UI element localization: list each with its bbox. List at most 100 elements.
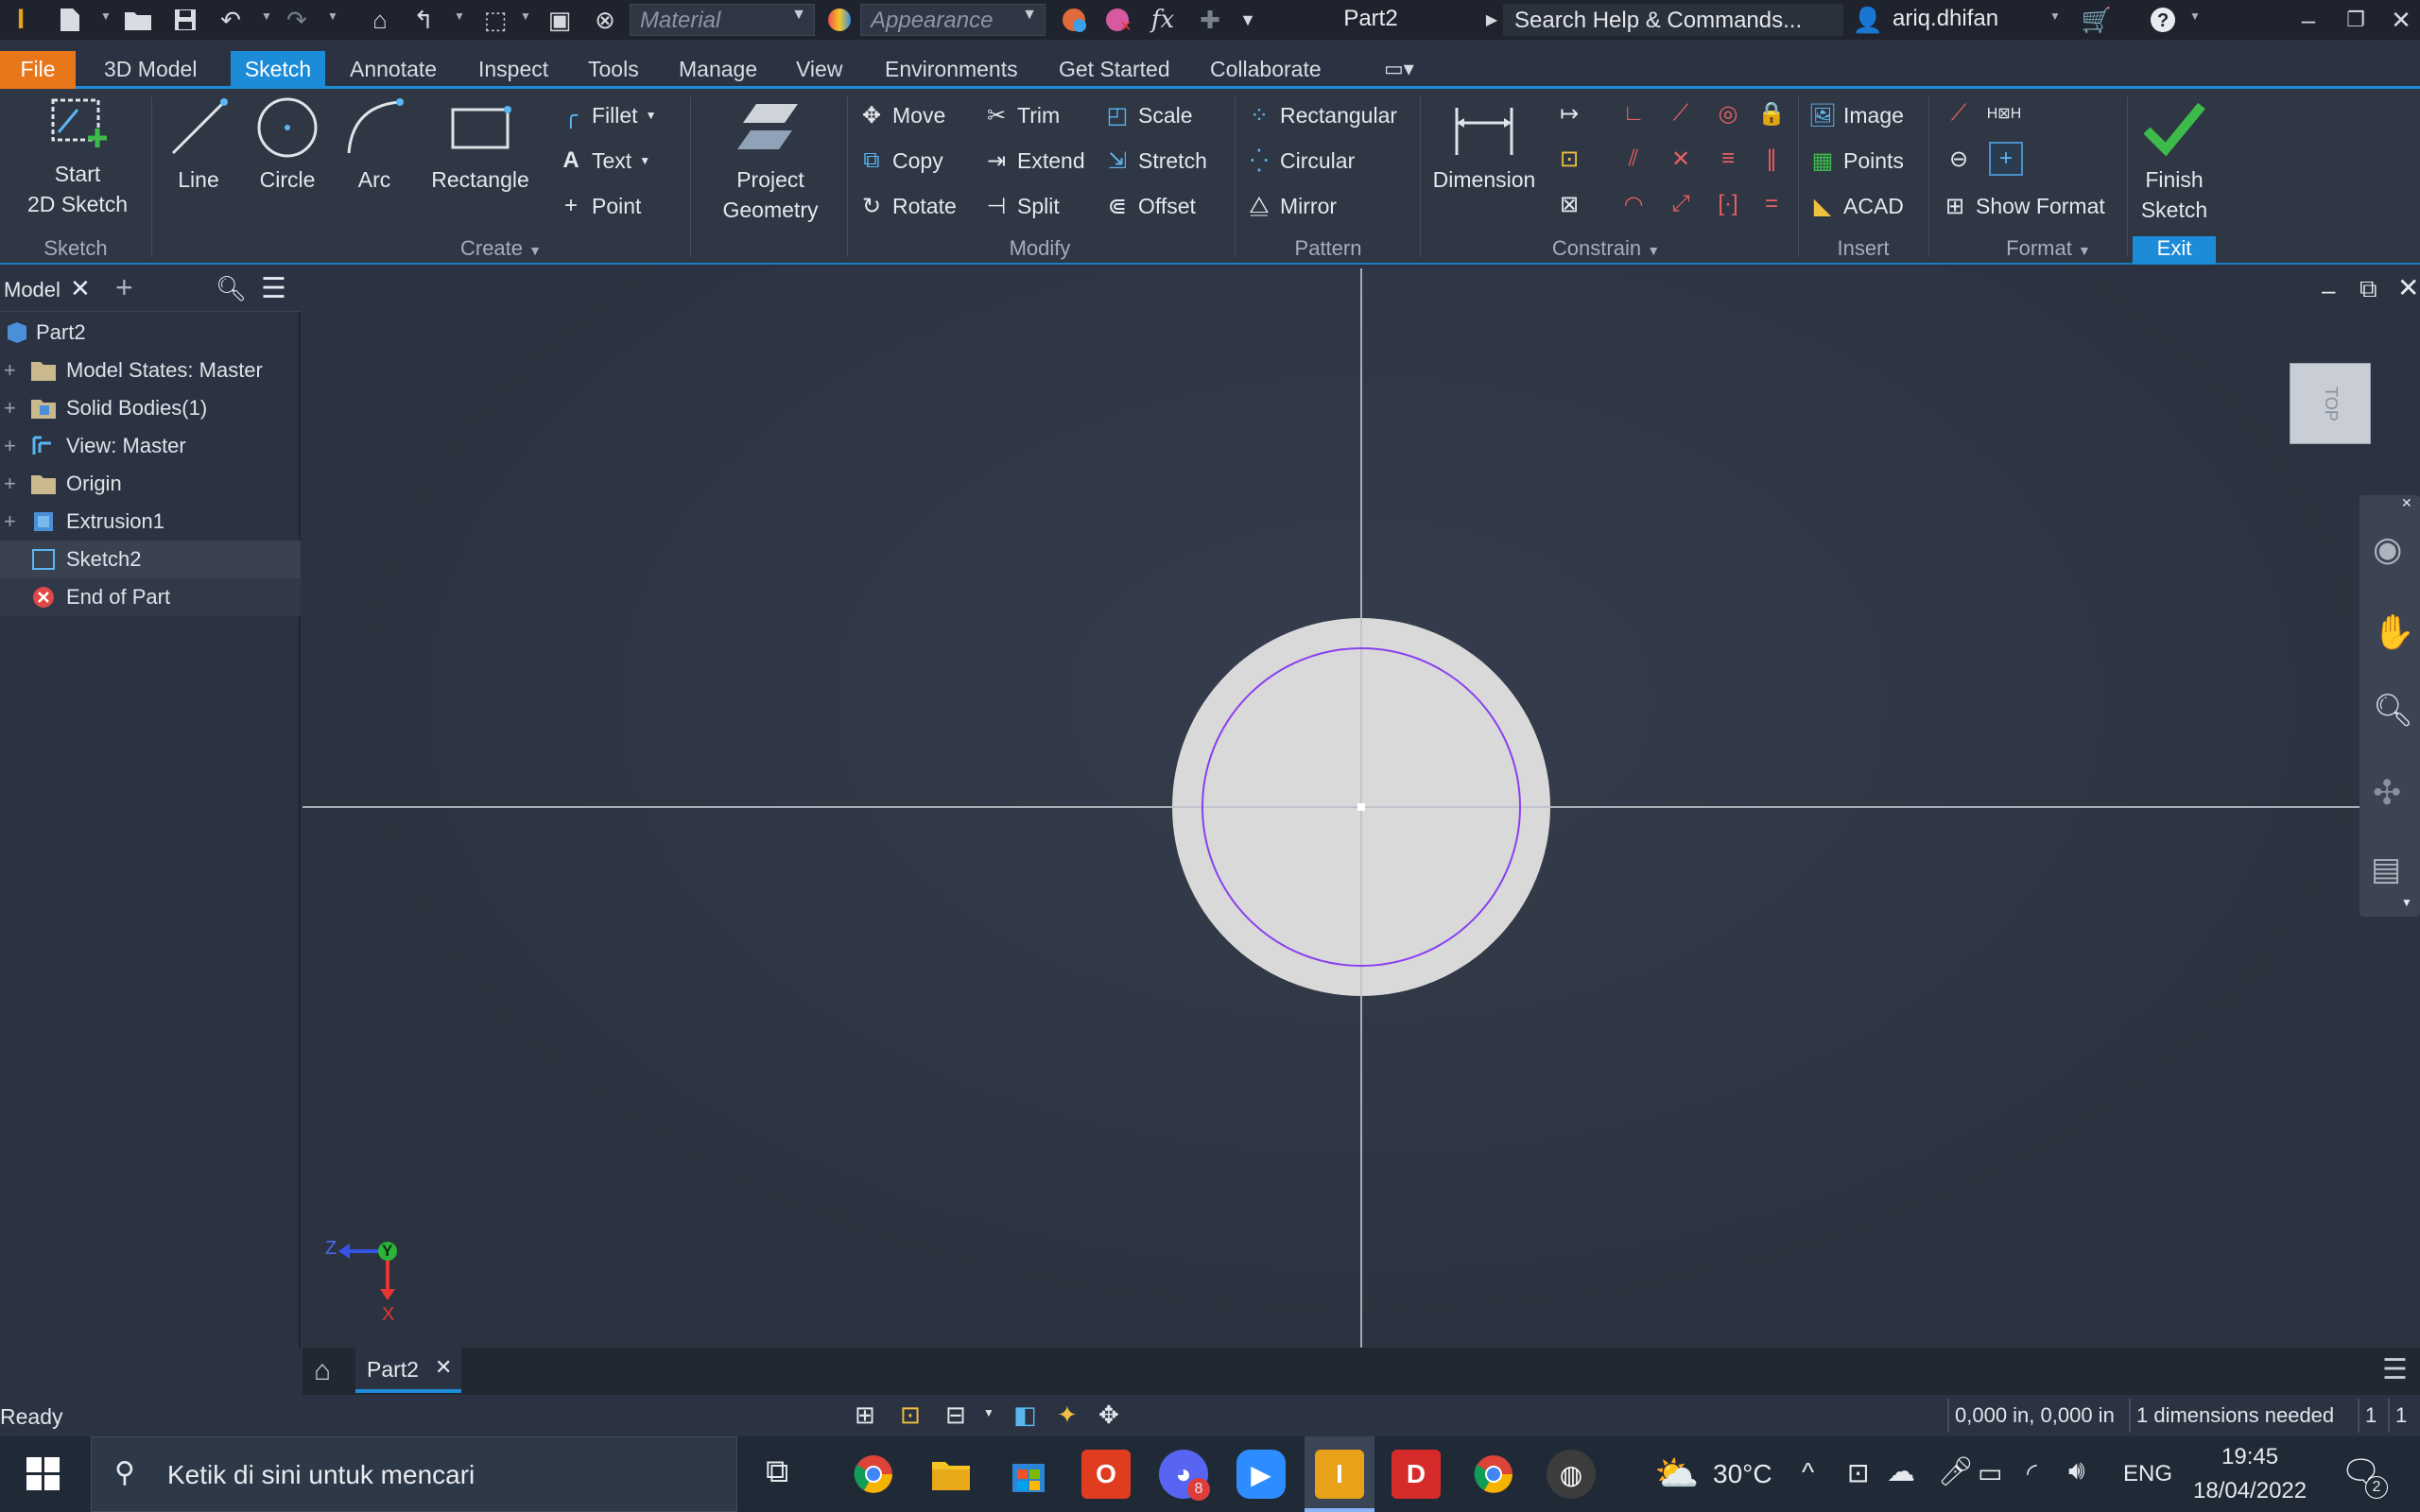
perpendicular-icon[interactable]: ∟ [1616,96,1651,130]
adjust-appearance-icon[interactable] [1057,4,1091,36]
trim-button[interactable]: ✂ Trim [983,98,1060,132]
inventor-logo-icon[interactable]: I [4,4,38,36]
parallel-icon[interactable]: ⫽ [1616,142,1651,176]
expand-icon[interactable]: + [4,358,16,383]
update-icon[interactable]: ▣ [543,4,577,36]
tab-collaborate[interactable]: Collaborate [1199,51,1333,89]
circle-button[interactable]: Circle [250,94,325,195]
show-constraints-icon[interactable]: ⊡ [1552,142,1586,176]
arc-button[interactable]: Arc [337,94,412,195]
stretch-button[interactable]: ⇲ Stretch [1104,144,1207,178]
clock-date[interactable]: 18/04/2022 [2193,1478,2307,1504]
redo-icon[interactable]: ↷ [280,4,314,36]
return-dropdown-icon[interactable]: ▼ [454,9,465,23]
tree-item-sketch2[interactable]: Sketch2 [0,541,301,578]
customize-dropdown-icon[interactable]: ▼ [2401,896,2412,909]
tree-item-solid-bodies[interactable]: + Solid Bodies(1) [0,389,301,427]
rotate-button[interactable]: ↻ Rotate [858,189,957,223]
finish-sketch-button[interactable]: Finish Sketch [2133,94,2216,225]
weather-temp[interactable]: 30°C [1713,1459,1772,1489]
start-2d-sketch-button[interactable]: Start 2D Sketch [13,94,142,219]
show-dof-icon[interactable]: ✥ [1098,1400,1119,1430]
microsoft-store-icon[interactable] [1004,1450,1053,1499]
help-icon[interactable]: ? [2146,4,2180,36]
driven-dimension-icon[interactable]: H⊠H [1987,96,2022,130]
inventor-taskbar-button[interactable]: I [1305,1436,1374,1512]
task-view-icon[interactable]: ⧉ [766,1453,788,1490]
material-browser-icon[interactable]: ⊗ [588,4,622,36]
minimize-window-icon[interactable]: – [2291,4,2325,36]
rectangle-button[interactable]: Rectangle [422,94,539,195]
fillet-button[interactable]: ╭ Fillet ▼ [558,98,657,132]
close-window-icon[interactable]: ✕ [2384,4,2418,36]
constraint-options-icon[interactable]: ⊟ [945,1400,966,1430]
tree-item-view-master[interactable]: + View: Master [0,427,301,465]
windows-start-icon[interactable] [26,1457,60,1491]
construction-icon[interactable]: ⟋ [1942,96,1976,130]
zoom-app-icon[interactable]: ▶ [1236,1450,1286,1499]
expand-icon[interactable]: + [4,396,16,421]
line-button[interactable]: Line [161,94,236,195]
copy-button[interactable]: ⧉ Copy [858,144,942,178]
tab-view[interactable]: View [785,51,854,89]
chevron-down-icon[interactable]: ▼ [983,1406,994,1419]
weather-icon[interactable]: ⛅ [1654,1453,1699,1495]
cart-icon[interactable]: 🛒 [2080,4,2114,36]
user-dropdown-icon[interactable]: ▼ [2049,9,2061,23]
close-icon[interactable]: ✕ [70,274,91,303]
orbit-icon[interactable]: ✣ [2373,773,2401,813]
acad-button[interactable]: ◣ ACAD [1809,189,1904,223]
extend-button[interactable]: ⇥ Extend [983,144,1085,178]
center-point-icon[interactable]: + [1989,142,2023,176]
wifi-icon[interactable]: ◜ [2027,1457,2037,1488]
hamburger-menu-icon[interactable]: ☰ [2382,1353,2408,1386]
sketch-canvas[interactable] [302,268,2420,1348]
slice-graphics-icon[interactable]: ◧ [1013,1400,1037,1430]
collinear-icon[interactable]: ≡ [1711,142,1745,176]
vertical-icon[interactable]: ∥ [1754,142,1789,176]
file-explorer-icon[interactable] [926,1450,976,1499]
zoom-icon[interactable]: 🔍︎ [2373,692,2413,730]
office-icon[interactable]: O [1081,1450,1131,1499]
obs-icon[interactable]: ◍ [1547,1450,1596,1499]
tab-manage[interactable]: Manage [667,51,769,89]
appearance-combo[interactable]: Appearance ▼ [860,4,1046,36]
viewcube[interactable]: TOP [2290,363,2371,444]
constraint-settings-icon[interactable]: ⊠ [1552,187,1586,221]
new-dropdown-icon[interactable]: ▼ [100,9,112,23]
auto-dimension-icon[interactable]: ↦ [1552,96,1586,130]
tree-item-end-of-part[interactable]: End of Part [0,578,301,616]
offset-button[interactable]: ⋐ Offset [1104,189,1196,223]
user-icon[interactable]: 👤 [1851,4,1885,36]
add-icon[interactable]: ✚ [1193,4,1227,36]
panel-label-format[interactable]: Format ▼ [1930,236,2167,261]
browser-tab-model[interactable]: Model [4,278,60,302]
tab-get-started[interactable]: Get Started [1047,51,1182,89]
image-button[interactable]: 🖼 Image [1808,98,1904,132]
undo-dropdown-icon[interactable]: ▼ [261,9,272,23]
design-app-icon[interactable]: D [1392,1450,1441,1499]
tab-3d-model[interactable]: 3D Model [93,51,208,89]
customize-dropdown-icon[interactable]: ▼ [1231,4,1265,36]
expand-icon[interactable]: + [4,509,16,534]
home-icon[interactable]: ⌂ [314,1355,331,1387]
tab-environments[interactable]: Environments [873,51,1029,89]
grid-snap-icon[interactable]: ⊞ [855,1400,875,1430]
battery-icon[interactable]: ▭ [1978,1457,2002,1488]
volume-icon[interactable]: 🔊︎ [2068,1455,2085,1486]
minimize-view-icon[interactable]: – [2322,276,2335,305]
expand-icon[interactable]: + [4,434,16,458]
tab-sketch[interactable]: Sketch [231,51,325,89]
smooth-icon[interactable]: ◠ [1616,187,1651,221]
move-button[interactable]: ✥ Move [858,98,945,132]
close-view-icon[interactable]: ✕ [2397,272,2419,303]
tab-inspect[interactable]: Inspect [467,51,560,89]
add-panel-icon[interactable]: + [115,270,133,305]
search-icon[interactable]: 🔍︎ [216,274,247,303]
scale-button[interactable]: ◰ Scale [1104,98,1193,132]
appearance-sphere-icon[interactable] [822,4,856,36]
clock-time[interactable]: 19:45 [2221,1444,2278,1470]
chrome-icon[interactable] [849,1450,898,1499]
split-button[interactable]: ⊣ Split [983,189,1060,223]
restore-window-icon[interactable]: ❐ [2339,4,2373,36]
